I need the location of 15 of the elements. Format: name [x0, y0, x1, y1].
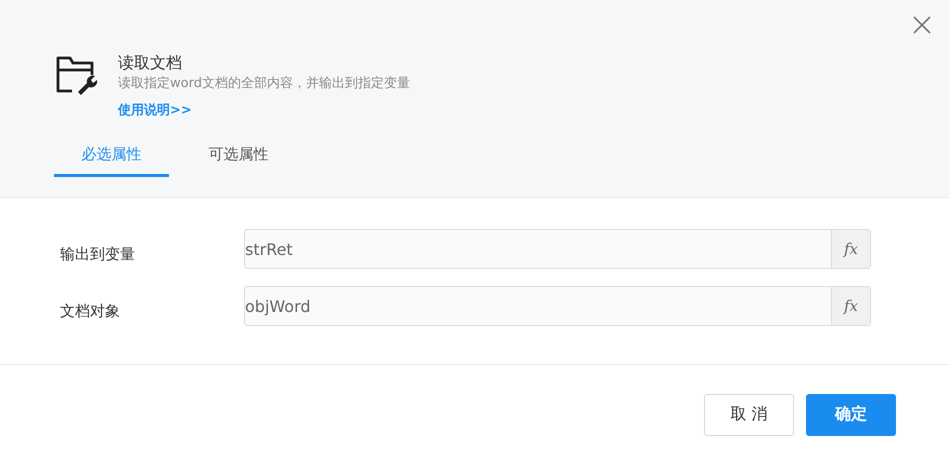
formula-button[interactable]: fx: [831, 287, 870, 325]
dialog-description: 读取指定word文档的全部内容，并输出到指定变量: [118, 75, 410, 93]
field-label: 输出到变量: [60, 244, 136, 264]
tab[interactable]: 必选属性: [54, 138, 169, 177]
input-field[interactable]: strRet fx: [244, 229, 871, 269]
tab[interactable]: 可选属性: [181, 138, 296, 177]
close-icon[interactable]: [912, 15, 932, 35]
field-label: 文档对象: [60, 300, 121, 320]
formula-button[interactable]: fx: [831, 230, 870, 268]
cancel-button[interactable]: 取 消: [704, 394, 794, 436]
help-link[interactable]: 使用说明>>: [118, 102, 410, 120]
input-field[interactable]: objWord fx: [244, 286, 871, 326]
dialog-title: 读取文档: [118, 52, 183, 74]
folder-wrench-icon: [54, 54, 98, 96]
confirm-button[interactable]: 确定: [806, 394, 896, 436]
